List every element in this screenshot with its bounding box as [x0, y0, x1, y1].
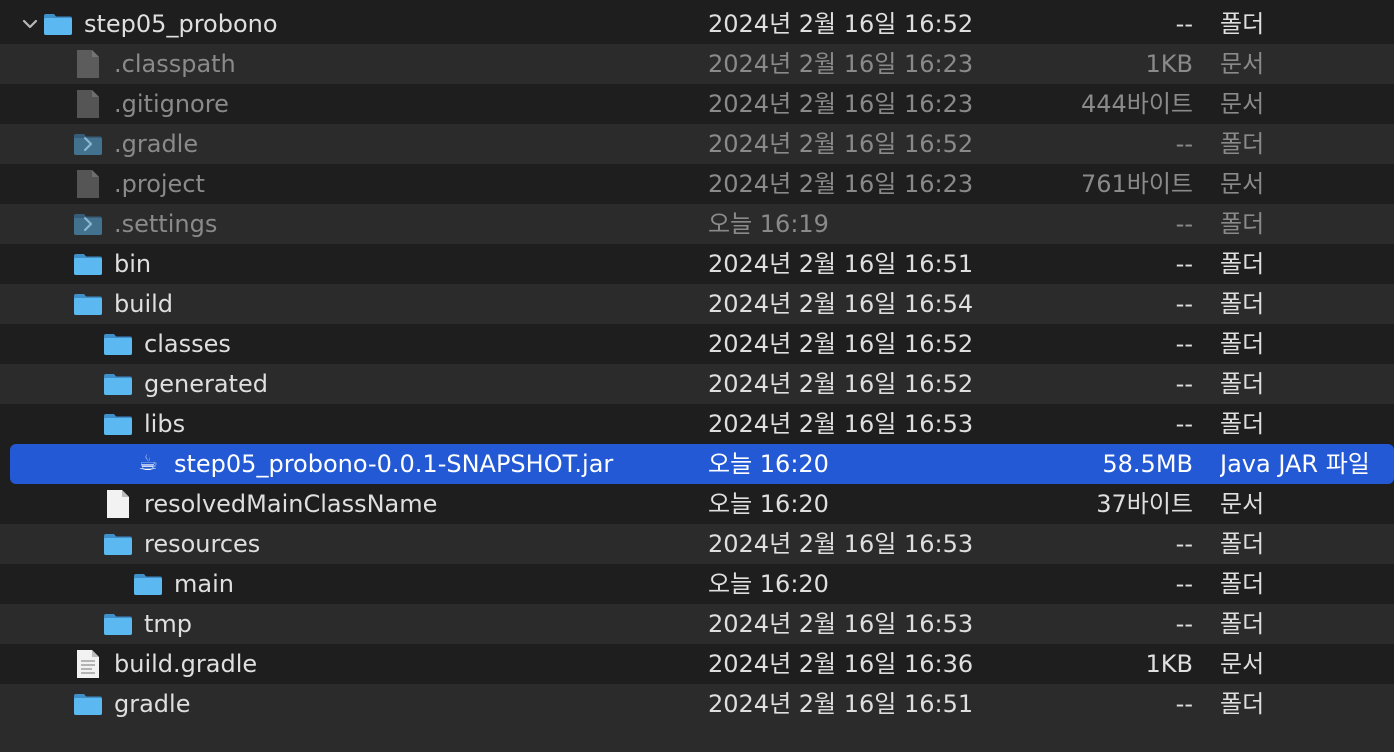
- document-icon: [102, 484, 134, 524]
- folder-icon: [102, 324, 134, 364]
- file-row[interactable]: .project 2024년 2월 16일 16:23 761바이트 문서: [0, 164, 1394, 204]
- file-name: .settings: [114, 210, 218, 238]
- file-kind: Java JAR 파일: [1220, 450, 1370, 478]
- folder-icon: [132, 564, 164, 604]
- folder-row[interactable]: generated 2024년 2월 16일 16:52 -- 폴더: [0, 364, 1394, 404]
- file-name: resolvedMainClassName: [144, 490, 438, 518]
- file-kind: 폴더: [1220, 370, 1265, 398]
- file-size: --: [1175, 330, 1193, 358]
- file-name: gradle: [114, 690, 191, 718]
- file-row[interactable]: resolvedMainClassName 오늘 16:20 37바이트 문서: [0, 484, 1394, 524]
- file-name: .gradle: [114, 130, 199, 158]
- file-size: --: [1175, 690, 1193, 718]
- folder-row[interactable]: tmp 2024년 2월 16일 16:53 -- 폴더: [0, 604, 1394, 644]
- file-kind: 폴더: [1220, 250, 1265, 278]
- file-size: 444바이트: [1080, 90, 1193, 118]
- folder-row[interactable]: bin 2024년 2월 16일 16:51 -- 폴더: [0, 244, 1394, 284]
- file-size: 1KB: [1145, 650, 1193, 678]
- folder-row[interactable]: build 2024년 2월 16일 16:54 -- 폴더: [0, 284, 1394, 324]
- file-size: --: [1175, 370, 1193, 398]
- file-name: build: [114, 290, 174, 318]
- file-name: tmp: [144, 610, 193, 638]
- folder-icon: [72, 204, 104, 244]
- file-size: --: [1175, 290, 1193, 318]
- file-name: .project: [114, 170, 205, 198]
- file-name: resources: [144, 530, 261, 558]
- file-kind: 폴더: [1220, 570, 1265, 598]
- file-size: --: [1175, 410, 1193, 438]
- folder-row[interactable]: .gradle 2024년 2월 16일 16:52 -- 폴더: [0, 124, 1394, 164]
- file-kind: 폴더: [1220, 690, 1265, 718]
- folder-icon: [102, 524, 134, 564]
- file-size: --: [1175, 250, 1193, 278]
- file-size: --: [1175, 130, 1193, 158]
- file-row[interactable]: .gitignore 2024년 2월 16일 16:23 444바이트 문서: [0, 84, 1394, 124]
- file-kind: 폴더: [1220, 610, 1265, 638]
- file-row[interactable]: .classpath 2024년 2월 16일 16:23 1KB 문서: [0, 44, 1394, 84]
- folder-icon: [72, 244, 104, 284]
- file-kind: 문서: [1220, 90, 1265, 118]
- folder-row[interactable]: classes 2024년 2월 16일 16:52 -- 폴더: [0, 324, 1394, 364]
- file-size: 58.5MB: [1102, 450, 1193, 478]
- file-kind: 문서: [1220, 170, 1265, 198]
- file-row[interactable]: ☕ step05_probono-0.0.1-SNAPSHOT.jar 오늘 16:…: [10, 444, 1394, 484]
- file-size: --: [1175, 570, 1193, 598]
- chevron-down-icon[interactable]: [20, 4, 40, 44]
- file-kind: 폴더: [1220, 130, 1265, 158]
- file-size: --: [1175, 10, 1193, 38]
- list-row-partial: [0, 724, 1394, 752]
- folder-row[interactable]: step05_probono 2024년 2월 16일 16:52 -- 폴더: [0, 4, 1394, 44]
- text-document-icon: [72, 644, 104, 684]
- file-name: build.gradle: [114, 650, 258, 678]
- java-jar-icon: ☕: [138, 451, 158, 476]
- file-size: 1KB: [1145, 50, 1193, 78]
- file-kind: 폴더: [1220, 290, 1265, 318]
- folder-row[interactable]: main 오늘 16:20 -- 폴더: [0, 564, 1394, 604]
- file-kind: 폴더: [1220, 410, 1265, 438]
- file-name: generated: [144, 370, 268, 398]
- file-kind: 폴더: [1220, 530, 1265, 558]
- folder-icon: [42, 4, 74, 44]
- file-name: step05_probono-0.0.1-SNAPSHOT.jar: [174, 450, 614, 478]
- file-size: 37바이트: [1096, 490, 1193, 518]
- folder-icon: [72, 684, 104, 724]
- file-list: step05_probono 2024년 2월 16일 16:52 -- 폴더 .cla…: [0, 0, 1394, 752]
- folder-icon: [102, 404, 134, 444]
- file-name: .gitignore: [114, 90, 229, 118]
- folder-row[interactable]: libs 2024년 2월 16일 16:53 -- 폴더: [0, 404, 1394, 444]
- file-name: step05_probono: [84, 10, 278, 38]
- file-name: libs: [144, 410, 186, 438]
- file-kind: 폴더: [1220, 210, 1265, 238]
- file-kind: 문서: [1220, 50, 1265, 78]
- file-name: bin: [114, 250, 152, 278]
- folder-row[interactable]: .settings 오늘 16:19 -- 폴더: [0, 204, 1394, 244]
- document-icon: [72, 84, 104, 124]
- folder-row[interactable]: resources 2024년 2월 16일 16:53 -- 폴더: [0, 524, 1394, 564]
- file-name: .classpath: [114, 50, 236, 78]
- folder-row[interactable]: gradle 2024년 2월 16일 16:51 -- 폴더: [0, 684, 1394, 724]
- folder-icon: [72, 284, 104, 324]
- file-kind: 폴더: [1220, 10, 1265, 38]
- folder-icon: [102, 364, 134, 404]
- file-size: --: [1175, 530, 1193, 558]
- file-size: --: [1175, 210, 1193, 238]
- file-name: main: [174, 570, 234, 598]
- file-row[interactable]: build.gradle 2024년 2월 16일 16:36 1KB 문서: [0, 644, 1394, 684]
- folder-icon: [102, 604, 134, 644]
- file-size: 761바이트: [1080, 170, 1193, 198]
- document-icon: [72, 44, 104, 84]
- file-kind: 문서: [1220, 650, 1265, 678]
- folder-icon: [72, 124, 104, 164]
- file-size: --: [1175, 610, 1193, 638]
- file-name: classes: [144, 330, 231, 358]
- file-kind: 문서: [1220, 490, 1265, 518]
- file-kind: 폴더: [1220, 330, 1265, 358]
- document-icon: [72, 164, 104, 204]
